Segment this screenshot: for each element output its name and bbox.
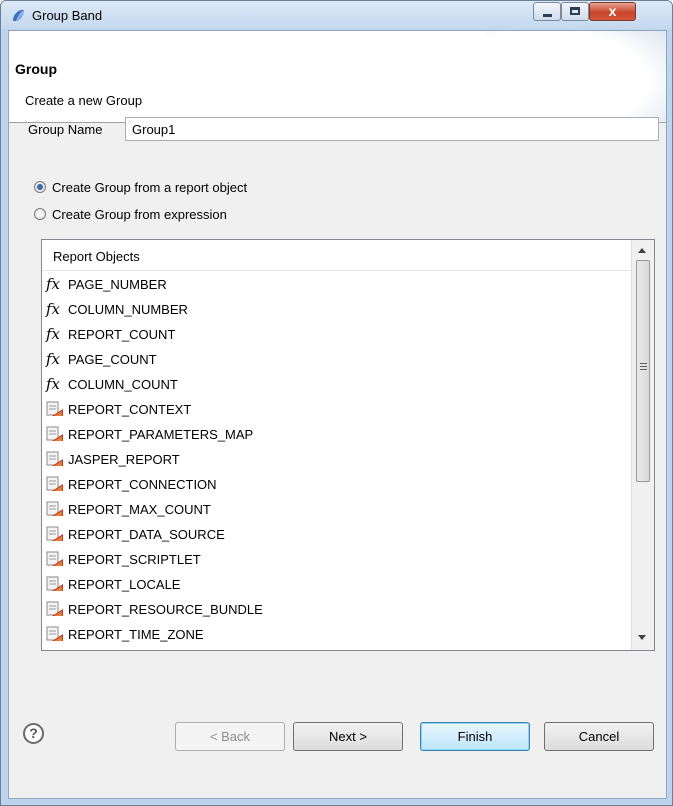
scrollbar-thumb[interactable]	[636, 260, 650, 482]
list-item-label: COLUMN_NUMBER	[68, 301, 188, 317]
list-item-label: REPORT_SCRIPTLET	[68, 551, 201, 567]
list-item-label: REPORT_COUNT	[68, 326, 176, 342]
list-item[interactable]: REPORT_CONTEXT	[46, 398, 631, 420]
parameter-icon	[46, 650, 64, 651]
back-button[interactable]: < Back	[175, 722, 285, 751]
group-name-label: Group Name	[28, 122, 103, 137]
radio-selected-icon[interactable]	[34, 181, 46, 193]
list-column-header[interactable]: Report Objects	[42, 240, 631, 271]
thumb-grip	[640, 366, 647, 367]
header-decoration	[466, 31, 666, 122]
group-name-input[interactable]	[125, 117, 659, 141]
list-item[interactable]: REPORT_DATA_SOURCE	[46, 523, 631, 545]
list-item[interactable]: fx PAGE_NUMBER	[46, 273, 631, 295]
thumb-grip	[640, 369, 647, 370]
scroll-up-arrow-icon[interactable]	[638, 248, 646, 253]
list-item[interactable]: fx COLUMN_NUMBER	[46, 298, 631, 320]
parameter-icon	[46, 476, 63, 491]
parameter-icon	[46, 401, 63, 416]
list-item-label: COLUMN_COUNT	[68, 376, 178, 392]
list-item-label: PAGE_COUNT	[68, 351, 157, 367]
radio-unselected-icon[interactable]	[34, 208, 46, 220]
dialog-window: Group Band x Group Create a new Group Gr…	[0, 0, 673, 806]
close-icon: x	[608, 3, 617, 19]
parameter-icon	[46, 601, 63, 616]
list-item-label: REPORT_PARAMETERS_MAP	[68, 426, 254, 442]
radio-report-object-label[interactable]: Create Group from a report object	[52, 180, 247, 195]
parameter-icon	[46, 501, 63, 516]
list-item-label: REPORT_TIME_ZONE	[68, 626, 204, 642]
list-item[interactable]: REPORT_TIME_ZONE	[46, 623, 631, 645]
list-item[interactable]: REPORT_FORMAT_FACTORY	[46, 648, 631, 651]
list-item[interactable]: REPORT_LOCALE	[46, 573, 631, 595]
title-bar[interactable]: Group Band x	[1, 1, 672, 29]
parameter-icon	[46, 576, 63, 591]
list-item-label: REPORT_MAX_COUNT	[68, 501, 211, 517]
list-item[interactable]: fx PAGE_COUNT	[46, 348, 631, 370]
minimize-icon	[543, 14, 552, 17]
list-item[interactable]: REPORT_SCRIPTLET	[46, 548, 631, 570]
parameter-icon	[46, 451, 63, 466]
fx-icon: fx	[46, 275, 61, 293]
list-item-label: REPORT_DATA_SOURCE	[68, 526, 225, 542]
eclipse-app-icon	[13, 9, 24, 21]
list-item[interactable]: REPORT_MAX_COUNT	[46, 498, 631, 520]
list-item[interactable]: JASPER_REPORT	[46, 448, 631, 470]
radio-expression-label[interactable]: Create Group from expression	[52, 207, 227, 222]
window-title: Group Band	[32, 8, 103, 23]
list-item-label: JASPER_REPORT	[68, 451, 180, 467]
list-item[interactable]: REPORT_RESOURCE_BUNDLE	[46, 598, 631, 620]
parameter-icon	[46, 426, 63, 441]
help-button[interactable]: ?	[23, 723, 44, 744]
wizard-header: Group Create a new Group	[9, 31, 666, 123]
parameter-icon	[46, 526, 63, 541]
list-item[interactable]: fx REPORT_COUNT	[46, 323, 631, 345]
maximize-button[interactable]	[561, 2, 589, 21]
scroll-down-arrow-icon[interactable]	[638, 635, 646, 640]
next-button[interactable]: Next >	[293, 722, 403, 751]
list-item-label: REPORT_RESOURCE_BUNDLE	[68, 601, 263, 617]
radio-report-object[interactable]: Create Group from a report object	[34, 178, 247, 196]
report-objects-list[interactable]: Report Objects fx PAGE_NUMBER fx COLUMN_NUM…	[41, 239, 655, 651]
vertical-scrollbar[interactable]	[631, 240, 654, 650]
list-item-label: REPORT_CONTEXT	[68, 401, 192, 417]
radio-expression[interactable]: Create Group from expression	[34, 205, 227, 223]
parameter-icon	[46, 626, 63, 641]
list-item[interactable]: REPORT_CONNECTION	[46, 473, 631, 495]
minimize-button[interactable]	[533, 2, 561, 21]
page-subtitle: Create a new Group	[25, 93, 143, 108]
list-header-label: Report Objects	[53, 249, 140, 264]
thumb-grip	[640, 363, 647, 364]
fx-icon: fx	[46, 375, 61, 393]
list-item-label: PAGE_NUMBER	[68, 276, 167, 292]
maximize-icon	[570, 7, 580, 15]
cancel-button[interactable]: Cancel	[544, 722, 654, 751]
list-item-label: REPORT_CONNECTION	[68, 476, 217, 492]
list-item[interactable]: REPORT_PARAMETERS_MAP	[46, 423, 631, 445]
close-button[interactable]: x	[589, 2, 636, 21]
page-title: Group	[15, 61, 57, 77]
finish-button[interactable]: Finish	[420, 722, 530, 751]
fx-icon: fx	[46, 300, 61, 318]
list-item[interactable]: fx COLUMN_COUNT	[46, 373, 631, 395]
list-item-label: REPORT_LOCALE	[68, 576, 181, 592]
fx-icon: fx	[46, 350, 61, 368]
parameter-icon	[46, 551, 63, 566]
fx-icon: fx	[46, 325, 61, 343]
